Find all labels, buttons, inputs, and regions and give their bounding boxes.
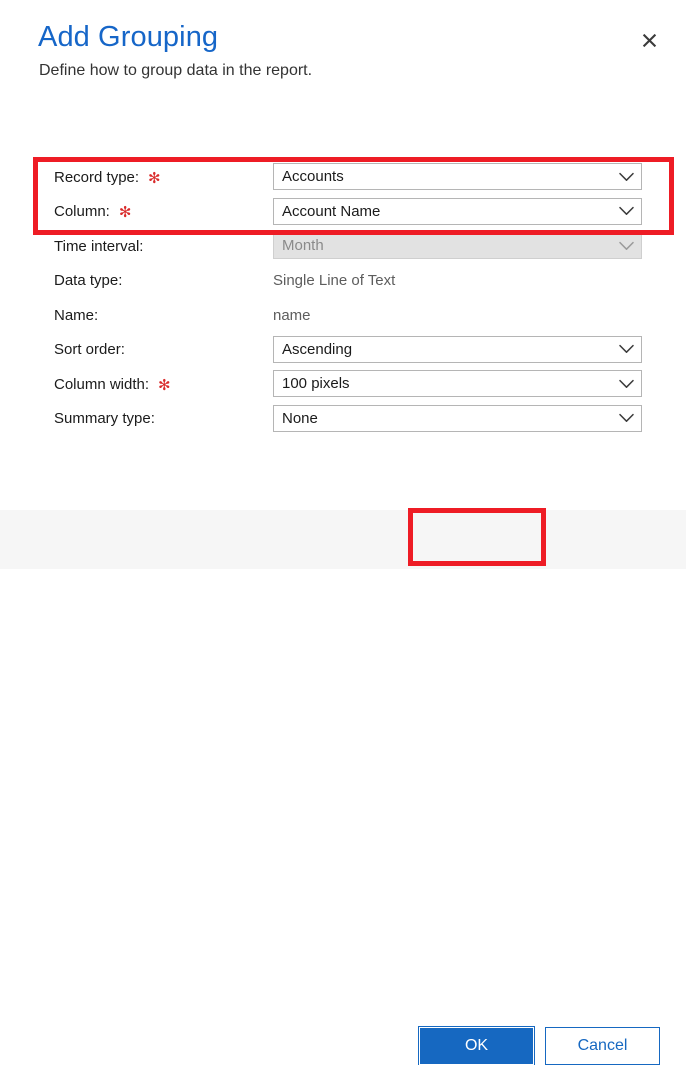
field-label: Name: (54, 298, 98, 332)
field-label: Column: ✻ (54, 195, 131, 229)
chevron-down-icon (611, 379, 641, 389)
field-label-text: Name: (54, 306, 99, 324)
dropdown-selected-value: Month (282, 237, 324, 254)
page-title: Add Grouping (38, 21, 219, 53)
readonly-value: name (273, 306, 311, 324)
field-label: Record type: ✻ (54, 160, 161, 194)
field-label-text: Record type: (54, 168, 140, 186)
close-icon (642, 33, 657, 48)
dropdown-record-type[interactable]: Accounts (273, 163, 642, 190)
readonly-value: Single Line of Text (273, 272, 396, 289)
field-label: Data type: (54, 264, 122, 298)
dropdown-selected-value: Accounts (282, 168, 344, 185)
dropdown-selected-value: None (282, 409, 318, 427)
dropdown-column-width[interactable]: 100 pixels (273, 370, 642, 397)
chevron-down-icon (611, 172, 641, 182)
dropdown-sort-order[interactable]: Ascending (273, 335, 642, 363)
field-label: Sort order: (54, 333, 125, 367)
form-row: Name: name (0, 298, 686, 332)
field-label: Summary type: (54, 402, 155, 436)
required-asterisk-icon: ✻ (118, 204, 132, 221)
form-row: Time interval: Month (0, 229, 686, 263)
chevron-down-icon (611, 206, 641, 216)
dropdown-summary-type[interactable]: None (273, 404, 642, 432)
required-asterisk-icon: ✻ (148, 169, 161, 187)
field-label-text: Column width: (54, 375, 150, 393)
add-grouping-dialog: Add Grouping Define how to group data in… (0, 0, 686, 1065)
chevron-down-icon (611, 413, 641, 423)
dialog-header: Add Grouping Define how to group data in… (0, 0, 686, 110)
dropdown-selected-value: Account Name (282, 202, 381, 220)
field-label-text: Time interval: (54, 237, 144, 255)
field-label-text: Column: (54, 203, 110, 220)
chevron-down-icon (611, 344, 641, 354)
field-label-text: Data type: (54, 272, 123, 289)
dropdown-selected-value: Ascending (282, 340, 353, 358)
field-label-text: Sort order: (54, 341, 125, 358)
form-row: Column width: ✻ 100 pixels (0, 367, 686, 401)
field-label: Time interval: (54, 229, 143, 263)
dropdown-column[interactable]: Account Name (273, 197, 642, 225)
dropdown-selected-value: 100 pixels (282, 375, 350, 392)
chevron-down-icon (611, 241, 641, 251)
dialog-footer: OK Cancel (0, 510, 686, 1065)
field-label-text: Summary type: (54, 410, 155, 427)
close-button[interactable] (634, 25, 664, 55)
cancel-button[interactable]: Cancel (545, 1027, 660, 1065)
field-label: Column width: ✻ (54, 367, 171, 401)
form-row: Record type: ✻ Accounts (0, 160, 686, 194)
dialog-subtitle: Define how to group data in the report. (39, 62, 313, 79)
form-row: Data type: Single Line of Text (0, 264, 686, 298)
form-row: Summary type: None (0, 402, 686, 436)
dropdown-time-interval: Month (273, 232, 642, 259)
form-row: Sort order: Ascending (0, 333, 686, 367)
form-row: Column: ✻ Account Name (0, 195, 686, 229)
ok-button[interactable]: OK (418, 1026, 535, 1065)
required-asterisk-icon: ✻ (158, 376, 171, 394)
